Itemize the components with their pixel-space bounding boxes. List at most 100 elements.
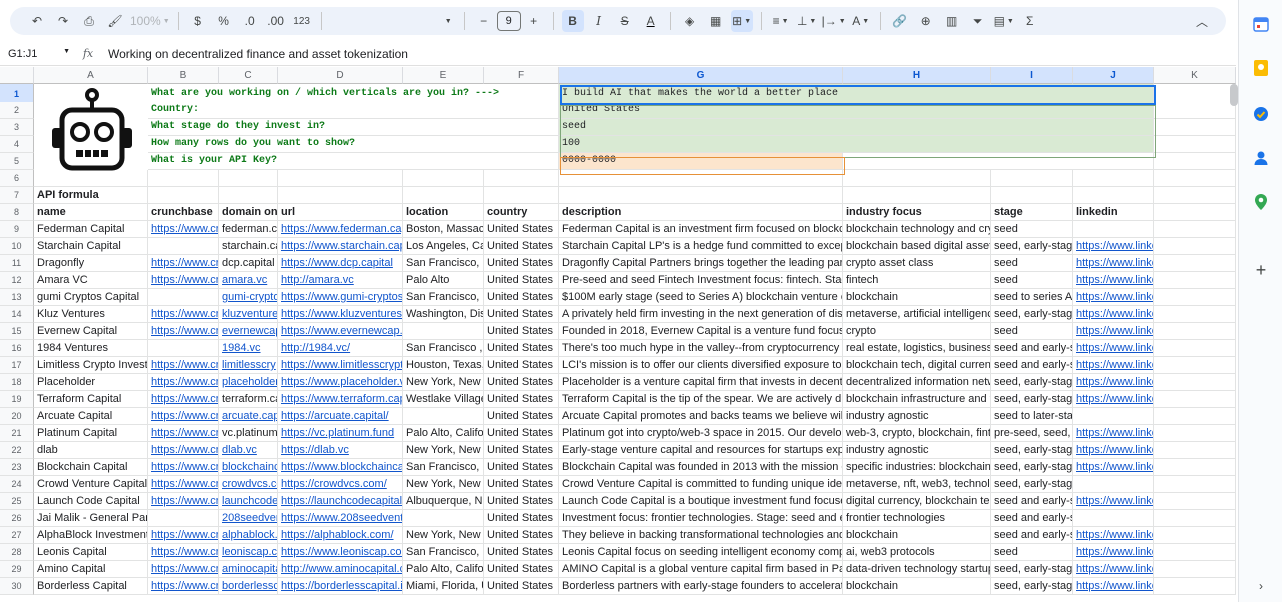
row-header-6[interactable]: 6 <box>0 170 34 187</box>
cell-e27[interactable]: New York, New Y <box>403 527 484 544</box>
cell-h26[interactable]: frontier technologies <box>843 510 991 527</box>
cell-d11[interactable]: https://www.dcp.capital <box>278 255 403 272</box>
cell-c20[interactable]: arcuate.cap <box>219 408 278 425</box>
cell-h25[interactable]: digital currency, blockchain tec <box>843 493 991 510</box>
cell-a19[interactable]: Terraform Capital <box>34 391 148 408</box>
cell-j18[interactable]: https://www.linkedin.com/compa <box>1073 374 1154 391</box>
cell-i15[interactable]: seed <box>991 323 1073 340</box>
cell-e25[interactable]: Albuquerque, Ne <box>403 493 484 510</box>
cell-f15[interactable]: United States <box>484 323 559 340</box>
cell-f21[interactable]: United States <box>484 425 559 442</box>
cell-a10[interactable]: Starchain Capital <box>34 238 148 255</box>
cell-b4[interactable]: How many rows do you want to show? <box>148 136 559 153</box>
cell-c24[interactable]: crowdvcs.co <box>219 476 278 493</box>
cell-j17[interactable]: https://www.linkedin.com/compa <box>1073 357 1154 374</box>
row-header-11[interactable]: 11 <box>0 255 34 272</box>
cell-g3[interactable]: seed <box>559 119 1154 136</box>
cell-d27[interactable]: https://alphablock.com/ <box>278 527 403 544</box>
cell-e15[interactable] <box>403 323 484 340</box>
cell-b29[interactable]: https://www.cr <box>148 561 219 578</box>
column-title-cell-k8[interactable] <box>1154 204 1236 221</box>
cell-d6[interactable] <box>278 170 403 187</box>
cell-b30[interactable]: https://www.cr <box>148 578 219 595</box>
cell-k10[interactable] <box>1154 238 1236 255</box>
cell-h19[interactable]: blockchain infrastructure and to <box>843 391 991 408</box>
cell-c27[interactable]: alphablock. <box>219 527 278 544</box>
cell-f24[interactable]: United States <box>484 476 559 493</box>
cell-h5[interactable] <box>843 153 1154 170</box>
cell-i19[interactable]: seed, early-stage <box>991 391 1073 408</box>
cell-b19[interactable]: https://www.cr <box>148 391 219 408</box>
cell-i29[interactable]: seed, early-stage <box>991 561 1073 578</box>
cell-d14[interactable]: https://www.kluzventures.c <box>278 306 403 323</box>
percent-button[interactable]: % <box>213 10 235 32</box>
cell-k7[interactable] <box>1154 187 1236 204</box>
cell-j24[interactable] <box>1073 476 1154 493</box>
cell-d23[interactable]: https://www.blockchaincap <box>278 459 403 476</box>
row-header-29[interactable]: 29 <box>0 561 34 578</box>
cell-c13[interactable]: gumi-crypto <box>219 289 278 306</box>
cell-e30[interactable]: Miami, Florida, U <box>403 578 484 595</box>
text-wrapping-icon[interactable]: |→ ▼ <box>822 10 846 32</box>
cell-g17[interactable]: LCI's mission is to offer our clients di… <box>559 357 843 374</box>
cell-f7[interactable] <box>484 187 559 204</box>
cell-j11[interactable]: https://www.linkedin.com/compa <box>1073 255 1154 272</box>
cell-k17[interactable] <box>1154 357 1236 374</box>
cell-g12[interactable]: Pre-seed and seed Fintech Investment foc… <box>559 272 843 289</box>
cell-h10[interactable]: blockchain based digital assets <box>843 238 991 255</box>
cell-b24[interactable]: https://www.cr <box>148 476 219 493</box>
cell-k12[interactable] <box>1154 272 1236 289</box>
cell-j7[interactable] <box>1073 187 1154 204</box>
cell-k9[interactable] <box>1154 221 1236 238</box>
decrease-decimal-button[interactable]: .0 <box>239 10 261 32</box>
increase-decimal-button[interactable]: .00 <box>265 10 287 32</box>
cell-i23[interactable]: seed, early-stage <box>991 459 1073 476</box>
cell-c29[interactable]: aminocapita <box>219 561 278 578</box>
show-side-panel-icon[interactable]: › <box>1251 576 1271 596</box>
row-header-16[interactable]: 16 <box>0 340 34 357</box>
cell-e11[interactable]: San Francisco, ( <box>403 255 484 272</box>
row-header-8[interactable]: 8 <box>0 204 34 221</box>
cell-h22[interactable]: industry agnostic <box>843 442 991 459</box>
sheet-grid[interactable]: ABCDEFGHIJK 1 What are you working on / w… <box>0 67 1236 602</box>
cell-k11[interactable] <box>1154 255 1236 272</box>
cell-i9[interactable]: seed <box>991 221 1073 238</box>
cell-e23[interactable]: San Francisco, ( <box>403 459 484 476</box>
column-header-j[interactable]: J <box>1073 67 1154 84</box>
cell-i16[interactable]: seed and early-s <box>991 340 1073 357</box>
cell-f14[interactable]: United States <box>484 306 559 323</box>
cell-e16[interactable]: San Francisco , ( <box>403 340 484 357</box>
cell-k13[interactable] <box>1154 289 1236 306</box>
vertical-scrollbar[interactable] <box>1230 84 1238 106</box>
cell-g7[interactable] <box>559 187 843 204</box>
cell-c21[interactable]: vc.platinum. <box>219 425 278 442</box>
insert-link-icon[interactable]: 🔗 <box>889 10 911 32</box>
cell-b20[interactable]: https://www.cr <box>148 408 219 425</box>
cell-i30[interactable]: seed, early-stage <box>991 578 1073 595</box>
cell-d19[interactable]: https://www.terraform.capi <box>278 391 403 408</box>
cell-j9[interactable] <box>1073 221 1154 238</box>
cell-i11[interactable]: seed <box>991 255 1073 272</box>
column-header-d[interactable]: D <box>278 67 403 84</box>
select-all-corner[interactable] <box>0 67 34 84</box>
cell-b25[interactable]: https://www.cr <box>148 493 219 510</box>
tasks-icon[interactable] <box>1251 104 1271 124</box>
column-title-cell-f8[interactable]: country <box>484 204 559 221</box>
row-header-30[interactable]: 30 <box>0 578 34 595</box>
formula-input[interactable]: Working on decentralized finance and ass… <box>100 47 408 61</box>
cell-g27[interactable]: They believe in backing transformational… <box>559 527 843 544</box>
column-header-e[interactable]: E <box>403 67 484 84</box>
cell-h21[interactable]: web-3, crypto, blockchain, finte <box>843 425 991 442</box>
cell-k22[interactable] <box>1154 442 1236 459</box>
cell-g5[interactable]: 0000-0000 <box>559 153 843 170</box>
cell-g30[interactable]: Borderless partners with early-stage fou… <box>559 578 843 595</box>
cell-j30[interactable]: https://www.linkedin.com/compa <box>1073 578 1154 595</box>
cell-g4[interactable]: 100 <box>559 136 1154 153</box>
cell-h16[interactable]: real estate, logistics, business <box>843 340 991 357</box>
cell-e10[interactable]: Los Angeles, Ca <box>403 238 484 255</box>
cell-h24[interactable]: metaverse, nft, web3, technolo <box>843 476 991 493</box>
cell-j25[interactable]: https://www.linkedin.com/compa <box>1073 493 1154 510</box>
cell-e22[interactable]: New York, New Y <box>403 442 484 459</box>
row-header-14[interactable]: 14 <box>0 306 34 323</box>
row-header-28[interactable]: 28 <box>0 544 34 561</box>
